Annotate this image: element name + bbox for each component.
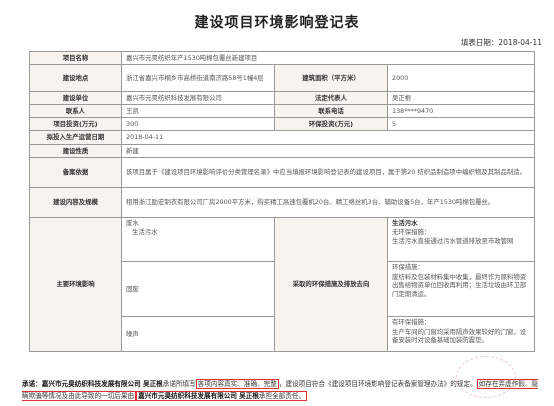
measure-noise: 有环保措施： 生产车间的门窗均采用隔声效果较好的门窗，设备安装时对设备基础加装防…: [387, 316, 535, 352]
value-investment: 300: [121, 117, 275, 131]
table-row: 备案依据 该项目属于《建设项目环境影响评价分类管理名录》中应当填报环境影响登记表…: [29, 157, 535, 188]
company-seal: [456, 356, 516, 398]
table-row: 建设内容及规模 租用浙江励宏制衣有限公司厂房2000平方米，购买精工高速包覆机2…: [29, 187, 535, 218]
table-row: 建设单位 嘉兴市元昊纺织科技发展有限公司 法定代表人 吴正根: [29, 91, 535, 105]
value-scale: 租用浙江励宏制衣有限公司厂房2000平方米，购买精工高速包覆机20台、精工络丝机…: [121, 187, 535, 218]
impact-solid-waste: 固废: [121, 261, 275, 317]
value-company: 嘉兴市元昊纺织科技发展有限公司: [121, 91, 275, 105]
measure-wastewater: 生活污水 无环保措施： 生活污水直接通过污水管道排放至市政管网: [387, 217, 535, 262]
value-env-investment: 5: [387, 117, 535, 131]
label-company: 建设单位: [29, 91, 122, 105]
label-phone: 联系电话: [274, 104, 388, 118]
measure-solid-waste: 环保措施： 废纺料及包装材料集中收集，最终作为原料物资出售给物资单位回收再利用；…: [387, 261, 535, 317]
label-env-investment: 环保投资(万元): [274, 117, 388, 131]
table-row: 项目投资(万元) 300 环保投资(万元) 5: [29, 117, 535, 131]
impact-wastewater: 废水 生活污水: [121, 217, 275, 262]
value-contact: 王凯: [121, 104, 275, 118]
label-basis: 备案依据: [29, 157, 122, 188]
value-start-date: 2018-04-11: [121, 130, 535, 145]
table-row: 拟投入生产运营日期 2018-04-11: [29, 130, 535, 145]
value-legal-rep: 吴正根: [387, 91, 535, 105]
table-row: 建设性质 新建: [29, 144, 535, 158]
label-project-name: 项目名称: [29, 51, 122, 65]
label-scale: 建设内容及规模: [29, 187, 122, 218]
value-basis: 该项目属于《建设项目环境影响评价分类管理名录》中应当填报环境影响登记表的建设项目…: [121, 157, 535, 188]
label-location: 建设地点: [29, 64, 122, 92]
impact-noise: 噪声: [121, 316, 275, 352]
label-area: 建筑面积（平方米）: [274, 64, 388, 92]
highlight-box: 嘉兴市元昊纺织科技发展有限公司 吴正根承担全部责任。: [136, 391, 308, 401]
table-row: 项目名称 嘉兴市元昊纺织年产1530吨棉包覆丝新建项目: [29, 51, 535, 65]
value-phone: 138****9470: [387, 104, 535, 118]
highlight-box: 各项内容真实、准确、完整: [195, 379, 279, 389]
value-location: 浙江省嘉兴市桐乡市高桥街道南济路58号1幢4层: [121, 64, 275, 92]
value-area: 2000: [387, 64, 535, 92]
label-contact: 联系人: [29, 104, 122, 118]
fill-date: 填表日期：2018-04-11: [460, 38, 542, 47]
registration-table: 项目名称 嘉兴市元昊纺织年产1530吨棉包覆丝新建项目 建设地点 浙江省嘉兴市桐…: [29, 51, 535, 352]
table-row: 建设地点 浙江省嘉兴市桐乡市高桥街道南济路58号1幢4层 建筑面积（平方米） 2…: [29, 64, 535, 92]
label-nature: 建设性质: [29, 144, 122, 158]
page-title: 建设项目环境影响登记表: [194, 15, 360, 31]
label-legal-rep: 法定代表人: [274, 91, 388, 105]
table-row: 联系人 王凯 联系电话 138****9470: [29, 104, 535, 118]
label-investment: 项目投资(万元): [29, 117, 122, 131]
table-row: 主要环境影响 废水 生活污水 采取的环保措施及排放去向 生活污水 无环保措施： …: [29, 217, 535, 352]
label-main-impact: 主要环境影响: [29, 217, 122, 352]
value-nature: 新建: [121, 144, 535, 158]
value-project-name: 嘉兴市元昊纺织年产1530吨棉包覆丝新建项目: [121, 51, 535, 65]
label-start-date: 拟投入生产运营日期: [29, 130, 122, 145]
label-measures: 采取的环保措施及排放去向: [274, 217, 388, 352]
